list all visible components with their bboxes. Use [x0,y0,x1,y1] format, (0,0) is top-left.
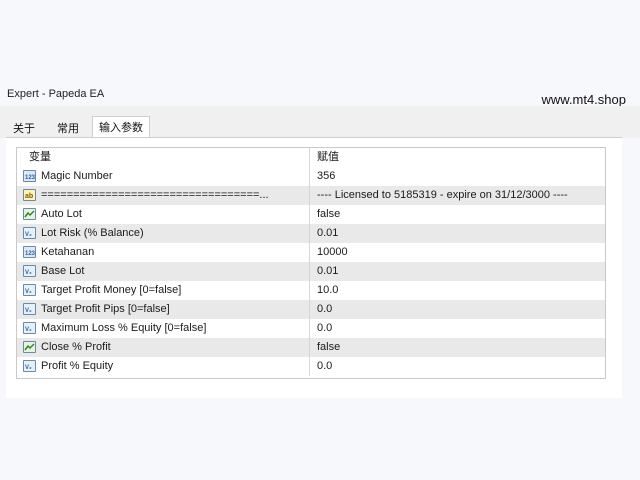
table-row[interactable]: 123 Magic Number 356 [17,167,605,186]
double-icon: V₂ [23,360,36,372]
table-row[interactable]: Auto Lot false [17,205,605,224]
variable-name: Ketahanan [41,246,95,258]
variable-cell[interactable]: V₂ Base Lot [21,262,307,281]
value-cell[interactable]: 10000 [313,243,601,262]
double-icon: V₂ [23,303,36,315]
string-icon: ab [23,189,36,201]
tab-about[interactable]: 关于 [7,120,41,138]
svg-text:V₂: V₂ [25,365,32,371]
variable-name: Base Lot [41,265,85,277]
variable-value: false [317,208,341,220]
variable-cell[interactable]: V₂ Profit % Equity [21,357,307,376]
svg-text:123: 123 [25,251,35,257]
variable-value: 0.0 [317,360,333,372]
variable-cell[interactable]: Auto Lot [21,205,307,224]
variable-name: Close % Profit [41,341,111,353]
variable-name: Magic Number [41,170,113,182]
variable-value: 356 [317,170,336,182]
double-icon: V₂ [23,284,36,296]
tab-common[interactable]: 常用 [51,120,85,138]
variable-name: Auto Lot [41,208,82,220]
table-row[interactable]: Close % Profit false [17,338,605,357]
table-row[interactable]: V₂ Profit % Equity 0.0 [17,357,605,376]
parameters-grid: 变量 赋值 123 Magic Number 356 ab ==============… [16,147,606,379]
variable-name: Maximum Loss % Equity [0=false] [41,322,207,334]
variable-name: Target Profit Money [0=false] [41,284,182,296]
double-icon: V₂ [23,265,36,277]
boolean-icon [23,208,36,220]
value-cell[interactable]: 0.01 [313,262,601,281]
svg-text:V₂: V₂ [25,327,32,333]
variable-cell[interactable]: 123 Ketahanan [21,243,307,262]
value-cell[interactable]: 0.0 [313,319,601,338]
svg-text:123: 123 [25,175,35,181]
integer-icon: 123 [23,170,36,182]
variable-value: 10.0 [317,284,339,296]
double-icon: V₂ [23,227,36,239]
grid-header: 变量 赋值 [17,148,605,167]
variable-cell[interactable]: V₂ Target Profit Pips [0=false] [21,300,307,319]
table-row[interactable]: V₂ Base Lot 0.01 [17,262,605,281]
bottom-area [0,398,640,480]
integer-icon: 123 [23,246,36,258]
value-cell[interactable]: 0.0 [313,300,601,319]
value-cell[interactable]: false [313,205,601,224]
svg-text:ab: ab [25,193,33,200]
variable-name: Lot Risk (% Balance) [41,227,144,239]
variable-name: ==================================... [41,189,269,201]
value-cell[interactable]: false [313,338,601,357]
variable-value: 0.0 [317,303,333,315]
double-icon: V₂ [23,322,36,334]
tab-inputs[interactable]: 输入参数 [92,116,150,139]
header-variable[interactable]: 变量 [29,148,51,167]
value-cell[interactable]: 10.0 [313,281,601,300]
watermark: www.mt4.shop [541,92,626,107]
value-cell[interactable]: ---- Licensed to 5185319 - expire on 31/… [313,186,601,205]
variable-value: 0.01 [317,227,339,239]
variable-cell[interactable]: Close % Profit [21,338,307,357]
value-cell[interactable]: 0.0 [313,357,601,376]
variable-value: 0.0 [317,322,333,334]
variable-name: Target Profit Pips [0=false] [41,303,170,315]
table-row[interactable]: V₂ Maximum Loss % Equity [0=false] 0.0 [17,319,605,338]
window-title: Expert - Papeda EA [7,88,105,100]
variable-value: 0.01 [317,265,339,277]
table-row[interactable]: V₂ Lot Risk (% Balance) 0.01 [17,224,605,243]
variable-value: ---- Licensed to 5185319 - expire on 31/… [317,189,568,201]
svg-text:V₂: V₂ [25,232,32,238]
svg-text:V₂: V₂ [25,270,32,276]
variable-cell[interactable]: 123 Magic Number [21,167,307,186]
variable-value: false [317,341,341,353]
table-row[interactable]: ab ==================================... -… [17,186,605,205]
variable-cell[interactable]: ab ==================================... [21,186,307,205]
variable-cell[interactable]: V₂ Lot Risk (% Balance) [21,224,307,243]
variable-cell[interactable]: V₂ Target Profit Money [0=false] [21,281,307,300]
table-row[interactable]: V₂ Target Profit Money [0=false] 10.0 [17,281,605,300]
variable-value: 10000 [317,246,348,258]
svg-text:V₂: V₂ [25,289,32,295]
table-row[interactable]: V₂ Target Profit Pips [0=false] 0.0 [17,300,605,319]
variable-cell[interactable]: V₂ Maximum Loss % Equity [0=false] [21,319,307,338]
header-value[interactable]: 赋值 [317,148,339,167]
variable-name: Profit % Equity [41,360,114,372]
boolean-icon [23,341,36,353]
table-row[interactable]: 123 Ketahanan 10000 [17,243,605,262]
value-cell[interactable]: 356 [313,167,601,186]
svg-text:V₂: V₂ [25,308,32,314]
value-cell[interactable]: 0.01 [313,224,601,243]
